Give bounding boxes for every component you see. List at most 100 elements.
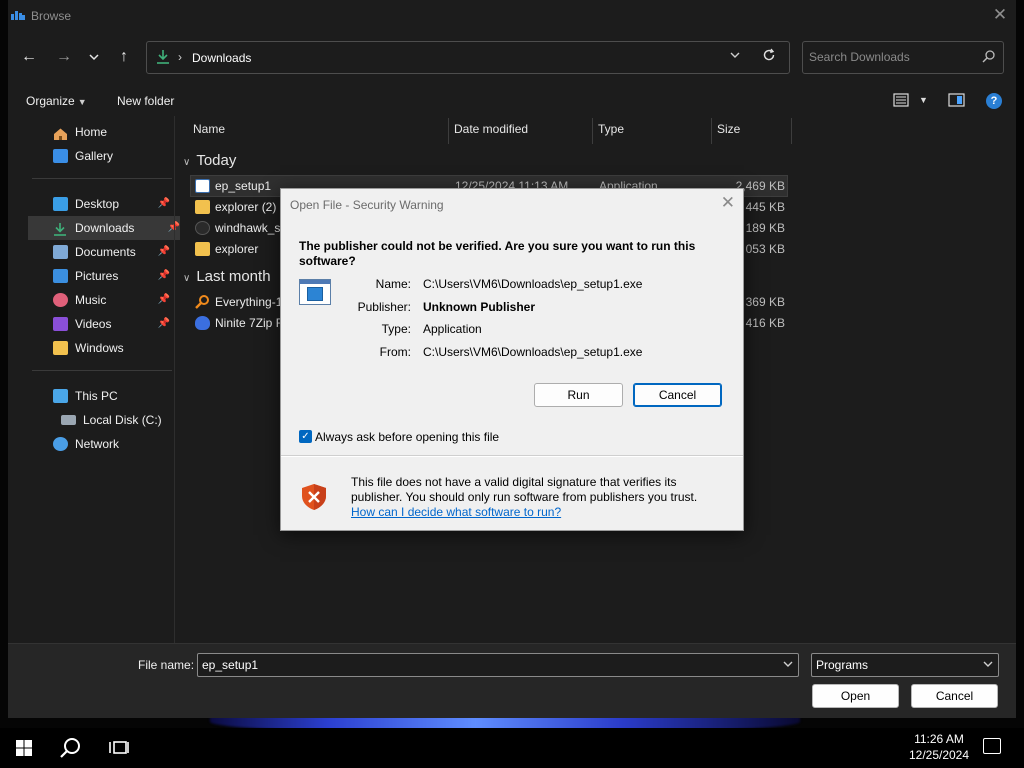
sidebar-label: Downloads	[75, 221, 135, 235]
sidebar-divider	[32, 370, 172, 371]
sidebar-item-documents[interactable]: Documents 📌	[40, 240, 170, 264]
desktop-icon	[53, 197, 68, 211]
pin-icon: 📌	[157, 246, 170, 257]
taskbar: 11:26 AM 12/25/2024	[0, 728, 1024, 768]
close-icon[interactable]: ✕	[721, 193, 735, 213]
pin-icon: 📌	[157, 198, 170, 209]
chevron-down-icon[interactable]	[783, 654, 793, 676]
warning-text: This file does not have a valid digital …	[351, 475, 698, 504]
breadcrumb-separator-icon: ›	[178, 50, 182, 64]
column-header-date[interactable]: Date modified	[454, 122, 528, 136]
column-separator	[448, 118, 449, 144]
file-size: 369 KB	[745, 295, 785, 309]
sidebar-label: Windows	[75, 341, 124, 355]
file-name: explorer	[215, 242, 259, 256]
always-ask-checkbox[interactable]: ✓	[299, 430, 312, 443]
pictures-icon	[53, 269, 68, 283]
everything-search-icon	[195, 295, 210, 309]
videos-icon	[53, 317, 68, 331]
sidebar-item-local-disk[interactable]: Local Disk (C:)	[48, 408, 178, 432]
sidebar-item-pictures[interactable]: Pictures 📌	[40, 264, 170, 288]
refresh-icon[interactable]	[762, 48, 776, 67]
publisher-label: Publisher:	[357, 300, 411, 314]
run-button[interactable]: Run	[534, 383, 623, 407]
system-clock[interactable]: 11:26 AM 12/25/2024	[894, 731, 984, 763]
recent-locations-button[interactable]	[82, 46, 106, 68]
sidebar-item-home[interactable]: Home	[40, 120, 170, 144]
help-icon[interactable]: ?	[986, 93, 1002, 109]
documents-icon	[53, 245, 68, 259]
sidebar-item-network[interactable]: Network	[40, 432, 170, 456]
folder-icon	[195, 200, 210, 214]
breadcrumb-downloads[interactable]: Downloads	[192, 51, 251, 65]
from-value: C:\Users\VM6\Downloads\ep_setup1.exe	[423, 345, 643, 359]
publisher-value: Unknown Publisher	[423, 300, 536, 314]
notification-icon[interactable]	[983, 738, 1001, 754]
new-folder-button[interactable]: New folder	[117, 94, 174, 108]
organize-button[interactable]: Organize ▼	[26, 94, 87, 108]
preview-pane-icon[interactable]	[948, 92, 966, 108]
search-box[interactable]	[802, 41, 1004, 74]
address-history-button[interactable]	[730, 50, 740, 62]
application-icon	[195, 179, 210, 193]
music-icon	[53, 293, 68, 307]
address-bar[interactable]: › Downloads	[146, 41, 790, 74]
file-dialog-footer: File name: ep_setup1 Programs Open Cance…	[8, 643, 1016, 718]
sidebar-item-downloads[interactable]: Downloads 📌	[28, 216, 180, 240]
sidebar-item-desktop[interactable]: Desktop 📌	[40, 192, 170, 216]
file-name: explorer (2)	[215, 200, 277, 214]
view-dropdown-icon[interactable]: ▼	[919, 95, 928, 105]
sidebar-label: Home	[75, 125, 108, 139]
file-type-select[interactable]: Programs	[811, 653, 999, 677]
column-separator	[791, 118, 792, 144]
column-header-name[interactable]: Name	[193, 122, 225, 136]
ninite-icon	[195, 316, 210, 330]
name-value: C:\Users\VM6\Downloads\ep_setup1.exe	[423, 277, 643, 291]
file-size: 053 KB	[745, 242, 785, 256]
name-label: Name:	[375, 277, 411, 291]
file-name-value: ep_setup1	[202, 658, 259, 672]
sidebar-item-gallery[interactable]: Gallery	[40, 144, 170, 168]
folder-icon	[195, 242, 210, 256]
search-icon[interactable]	[59, 736, 83, 760]
search-icon	[982, 50, 995, 66]
forward-button[interactable]: →	[52, 46, 76, 68]
type-label: Type:	[381, 322, 411, 336]
sidebar-item-windows[interactable]: Windows	[40, 336, 170, 360]
sidebar-item-music[interactable]: Music 📌	[40, 288, 170, 312]
download-icon	[53, 221, 68, 236]
sidebar-label: Network	[75, 437, 120, 451]
always-ask-label[interactable]: Always ask before opening this file	[315, 430, 499, 444]
chevron-down-icon	[983, 654, 993, 676]
close-icon[interactable]: ✕	[988, 5, 1012, 25]
sidebar-item-this-pc[interactable]: This PC	[40, 384, 170, 408]
group-header-today[interactable]: ∨ Today	[183, 152, 236, 169]
up-button[interactable]: ↑	[112, 46, 136, 68]
group-header-last-month[interactable]: ∨ Last month	[183, 268, 271, 285]
search-input[interactable]	[809, 50, 979, 64]
network-icon	[53, 437, 68, 451]
back-button[interactable]: ←	[17, 46, 41, 68]
dialog-divider-highlight	[281, 456, 743, 457]
clock-time: 11:26 AM	[914, 732, 964, 746]
chevron-down-icon: ∨	[183, 273, 191, 284]
help-link[interactable]: How can I decide what software to run?	[351, 505, 561, 519]
task-view-icon[interactable]	[107, 736, 131, 760]
shield-warning-icon	[302, 484, 326, 510]
column-header-type[interactable]: Type	[598, 122, 624, 136]
sidebar-item-videos[interactable]: Videos 📌	[40, 312, 170, 336]
view-options-icon[interactable]	[893, 92, 911, 108]
clock-date: 12/25/2024	[908, 748, 970, 762]
column-header-size[interactable]: Size	[717, 122, 740, 136]
dialog-title: Open File - Security Warning	[290, 198, 444, 212]
chevron-down-icon	[730, 52, 740, 58]
open-button[interactable]: Open	[812, 684, 899, 708]
group-label: Last month	[196, 268, 271, 285]
file-name-input[interactable]: ep_setup1	[197, 653, 799, 677]
sidebar-label: Documents	[75, 245, 136, 259]
windows-start-icon[interactable]	[12, 736, 36, 760]
group-label: Today	[196, 152, 237, 169]
cancel-button[interactable]: Cancel	[911, 684, 998, 708]
dialog-cancel-button[interactable]: Cancel	[633, 383, 722, 407]
sidebar-label: Pictures	[75, 269, 119, 283]
